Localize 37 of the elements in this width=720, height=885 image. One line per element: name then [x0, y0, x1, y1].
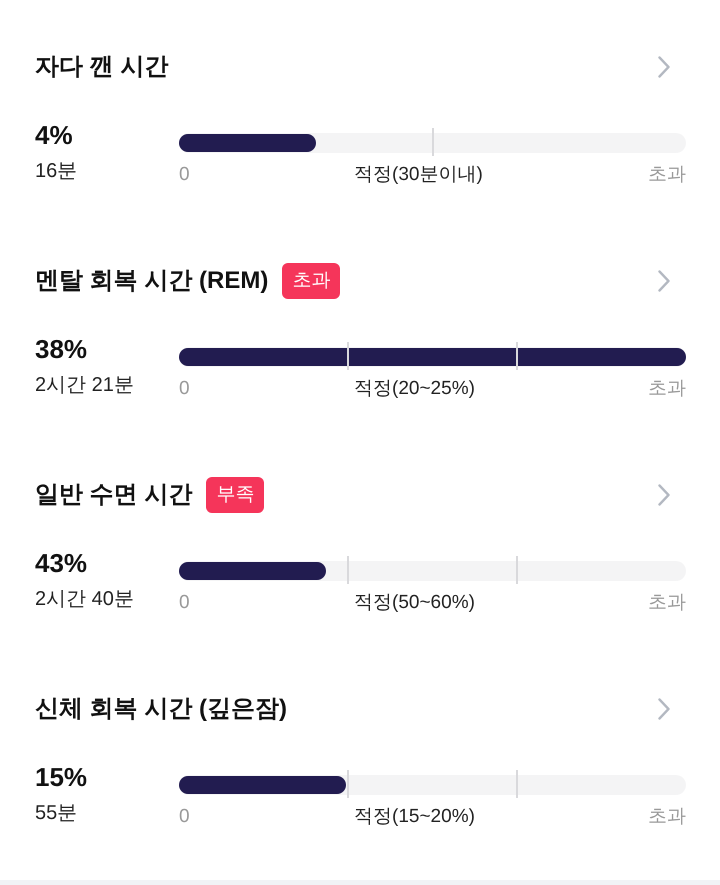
chevron-right-icon[interactable] [658, 270, 670, 292]
section-title: 일반 수면 시간 [35, 480, 192, 510]
duration-value: 2시간 21분 [35, 373, 134, 398]
percent-value: 4% [35, 119, 73, 151]
scale-tick [346, 556, 349, 584]
scale-tick [516, 342, 518, 370]
scale-tick [346, 770, 349, 798]
target-range-label: 적정(50~60%) [354, 591, 475, 615]
scale-end-label: 초과 [648, 163, 686, 187]
percent-value: 43% [35, 547, 88, 579]
chevron-right-icon[interactable] [658, 56, 670, 78]
scale-tick [432, 128, 434, 156]
section-title: 자다 깬 시간 [35, 52, 168, 82]
percent-value: 15% [35, 761, 88, 793]
scale-start-label: 0 [179, 591, 190, 615]
scale-end-label: 초과 [648, 805, 686, 829]
target-range-label: 적정(20~25%) [354, 377, 475, 401]
scale-start-label: 0 [179, 805, 190, 829]
status-badge: 부족 [206, 477, 264, 513]
percent-value: 38% [35, 333, 88, 365]
chevron-right-icon[interactable] [658, 698, 670, 720]
scale-end-label: 초과 [648, 591, 686, 615]
section-title: 신체 회복 시간 (깊은잠) [35, 694, 287, 724]
duration-value: 2시간 40분 [35, 587, 134, 612]
duration-value: 16분 [35, 159, 78, 184]
scale-tick [516, 770, 518, 798]
scale-start-label: 0 [179, 377, 190, 401]
section-title: 멘탈 회복 시간 (REM) [35, 266, 268, 296]
status-badge: 초과 [282, 263, 340, 299]
scale-tick [346, 342, 349, 370]
scale-start-label: 0 [179, 163, 190, 187]
scale-tick [516, 556, 518, 584]
target-range-label: 적정(30분이내) [354, 163, 483, 187]
scale-end-label: 초과 [648, 377, 686, 401]
chevron-right-icon[interactable] [658, 484, 670, 506]
target-range-label: 적정(15~20%) [354, 805, 475, 829]
duration-value: 55분 [35, 801, 78, 826]
